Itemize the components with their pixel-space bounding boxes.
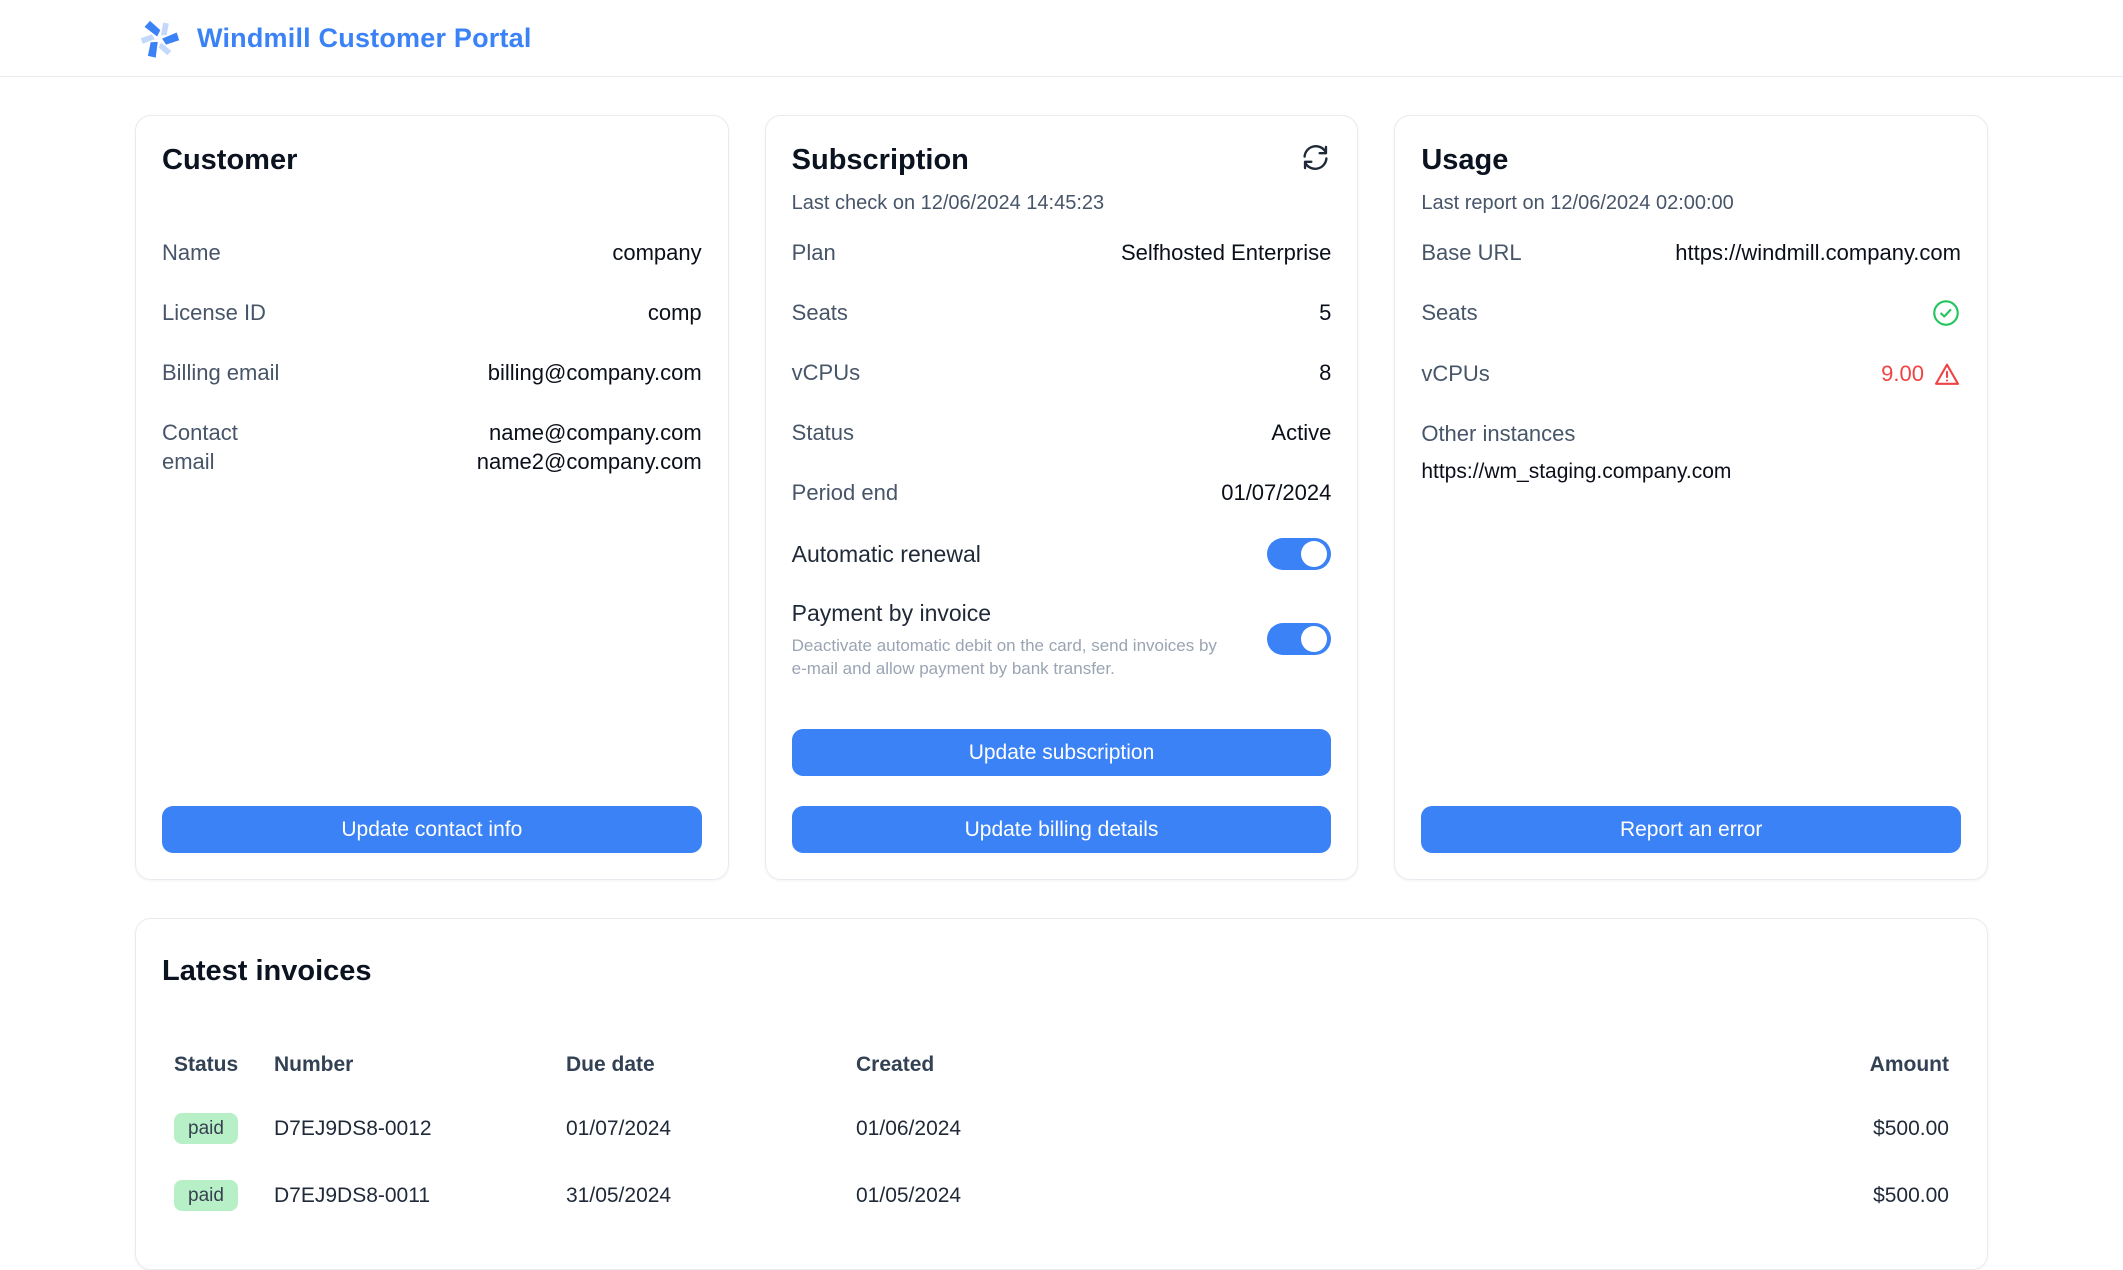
subscription-card-title: Subscription [792,142,969,178]
row-value: Selfhosted Enterprise [1121,238,1331,267]
row-label: Billing email [162,358,279,387]
main-content: Customer Name company License ID comp Bi… [0,77,2123,1270]
status-badge: paid [174,1113,238,1144]
payment-by-invoice-toggle[interactable] [1267,623,1331,655]
payment-by-invoice-row: Payment by invoice Deactivate automatic … [792,598,1332,680]
row-label: Plan [792,238,836,267]
usage-row-base-url: Base URL https://windmill.company.com [1421,238,1961,267]
row-value: comp [648,298,702,327]
row-label: vCPUs [792,358,860,387]
row-value: 5 [1319,298,1331,327]
row-label: Status [792,418,854,447]
row-value: name@company.com name2@company.com [477,418,702,476]
update-subscription-button[interactable]: Update subscription [792,729,1332,776]
row-value: 01/07/2024 [1221,478,1331,507]
customer-row-license-id: License ID comp [162,298,702,327]
usage-card-title: Usage [1421,142,1961,178]
column-header-number: Number [274,1053,566,1077]
subscription-subtitle: Last check on 12/06/2024 14:45:23 [792,190,1332,216]
latest-invoices-card: Latest invoices Status Number Due date C… [135,918,1988,1270]
invoice-due-date: 01/07/2024 [566,1117,856,1141]
invoice-number: D7EJ9DS8-0012 [274,1117,566,1141]
invoice-created: 01/06/2024 [856,1117,1737,1141]
usage-card: Usage Last report on 12/06/2024 02:00:00… [1394,115,1988,880]
subscription-row-seats: Seats 5 [792,298,1332,327]
subscription-row-plan: Plan Selfhosted Enterprise [792,238,1332,267]
subscription-row-status: Status Active [792,418,1332,447]
automatic-renewal-row: Automatic renewal [792,538,1332,570]
automatic-renewal-label: Automatic renewal [792,539,981,569]
check-circle-icon [1931,298,1961,328]
subscription-row-period-end: Period end 01/07/2024 [792,478,1332,507]
row-label: vCPUs [1421,359,1489,388]
other-instances-label: Other instances [1421,419,1961,448]
other-instances-block: Other instances https://wm_staging.compa… [1421,419,1961,485]
row-label: Seats [1421,298,1477,328]
usage-subtitle: Last report on 12/06/2024 02:00:00 [1421,190,1961,216]
customer-row-contact-email: Contact email name@company.com name2@com… [162,418,702,476]
invoice-row: paid D7EJ9DS8-0012 01/07/2024 01/06/2024… [162,1113,1961,1144]
latest-invoices-title: Latest invoices [162,953,1961,989]
warning-triangle-icon [1933,360,1961,388]
payment-by-invoice-description: Deactivate automatic debit on the card, … [792,634,1224,680]
payment-by-invoice-label: Payment by invoice [792,598,1224,628]
row-label: Name [162,238,221,267]
column-header-created: Created [856,1053,1737,1077]
row-value: Active [1271,418,1331,447]
customer-card: Customer Name company License ID comp Bi… [135,115,729,880]
windmill-logo [135,14,183,62]
row-value: https://windmill.company.com [1675,238,1961,267]
toggle-knob [1301,541,1327,567]
row-label: Base URL [1421,238,1521,267]
usage-row-seats: Seats [1421,298,1961,328]
update-contact-info-button[interactable]: Update contact info [162,806,702,853]
toggle-knob [1301,626,1327,652]
column-header-due-date: Due date [566,1053,856,1077]
refresh-button[interactable] [1300,142,1331,173]
page-title: Windmill Customer Portal [197,23,532,54]
row-label: Contact email [162,418,238,476]
column-header-status: Status [174,1053,274,1077]
row-value: 8 [1319,358,1331,387]
row-value: company [612,238,701,267]
vcpus-usage-value: 9.00 [1881,359,1924,388]
row-value: billing@company.com [488,358,702,387]
customer-card-title: Customer [162,142,702,178]
row-label: Period end [792,478,898,507]
usage-row-vcpus: vCPUs 9.00 [1421,359,1961,388]
invoices-table-header: Status Number Due date Created Amount [162,1053,1961,1077]
invoice-amount: $500.00 [1737,1117,1949,1141]
customer-row-name: Name company [162,238,702,267]
refresh-icon [1302,159,1329,174]
subscription-card: Subscription Last check on 12/06/2024 [765,115,1359,880]
row-label: Seats [792,298,848,327]
customer-row-billing-email: Billing email billing@company.com [162,358,702,387]
report-an-error-button[interactable]: Report an error [1421,806,1961,853]
automatic-renewal-toggle[interactable] [1267,538,1331,570]
row-label: License ID [162,298,266,327]
column-header-amount: Amount [1737,1053,1949,1077]
topbar: Windmill Customer Portal [0,0,2123,77]
other-instance-url: https://wm_staging.company.com [1421,458,1961,485]
update-billing-details-button[interactable]: Update billing details [792,806,1332,853]
subscription-row-vcpus: vCPUs 8 [792,358,1332,387]
